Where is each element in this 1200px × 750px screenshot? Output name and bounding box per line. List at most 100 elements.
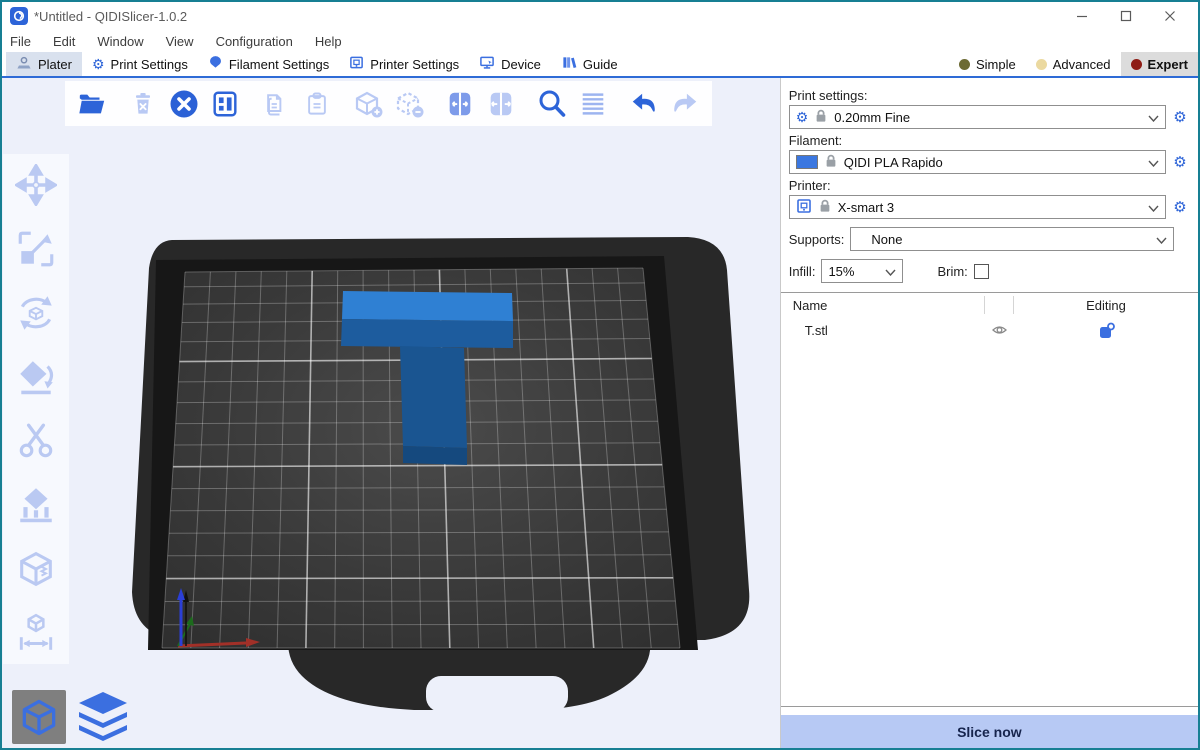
supports-combo[interactable]: None: [850, 227, 1174, 251]
visibility-eye-icon[interactable]: [984, 323, 1014, 337]
copy-button[interactable]: [259, 86, 293, 122]
menu-item-help[interactable]: Help: [315, 34, 342, 49]
window-title: *Untitled - QIDISlicer-1.0.2: [34, 9, 187, 24]
menu-bar: File Edit Window View Configuration Help: [2, 30, 1198, 52]
3d-editor-view-button[interactable]: [12, 690, 66, 744]
printer-preset-combo[interactable]: X-smart 3: [789, 195, 1166, 219]
tab-print-settings[interactable]: ⚙ Print Settings: [82, 52, 198, 76]
tab-plater[interactable]: Plater: [6, 52, 82, 76]
object-name: T.stl: [781, 323, 984, 338]
paste-button[interactable]: [300, 86, 334, 122]
delete-all-button[interactable]: [167, 86, 201, 122]
mode-advanced[interactable]: Advanced: [1026, 52, 1121, 76]
search-button[interactable]: [535, 86, 569, 122]
maximize-button[interactable]: [1104, 3, 1148, 29]
add-instance-button[interactable]: [351, 86, 385, 122]
plater-icon: [16, 55, 32, 74]
lock-icon: [818, 198, 832, 216]
guide-books-icon: [561, 55, 577, 73]
object-row-t-stl[interactable]: T.stl: [781, 317, 1198, 343]
app-window: *Untitled - QIDISlicer-1.0.2 File Edit W…: [0, 0, 1200, 750]
menu-item-configuration[interactable]: Configuration: [216, 34, 293, 49]
arrange-button[interactable]: [208, 86, 242, 122]
supports-label: Supports:: [789, 232, 845, 247]
cut-gizmo-button[interactable]: [12, 418, 60, 464]
menu-item-file[interactable]: File: [10, 34, 31, 49]
object-list-header: Name Editing: [781, 293, 1198, 317]
menu-item-view[interactable]: View: [166, 34, 194, 49]
mode-label: Advanced: [1053, 57, 1111, 72]
filament-label: Filament:: [789, 133, 1190, 148]
viewport-3d[interactable]: [2, 78, 780, 748]
device-monitor-icon: [479, 55, 495, 73]
chevron-down-icon: [1156, 232, 1167, 247]
mode-label: Simple: [976, 57, 1016, 72]
filament-preset-value: QIDI PLA Rapido: [844, 155, 1142, 170]
chevron-down-icon: [1148, 200, 1159, 215]
printer-settings-gear-button[interactable]: ⚙: [1170, 200, 1190, 215]
tab-label: Plater: [38, 57, 72, 72]
place-on-face-gizmo-button[interactable]: [12, 354, 60, 400]
infill-label: Infill:: [789, 264, 816, 279]
redo-button[interactable]: [668, 86, 702, 122]
tab-filament-settings[interactable]: Filament Settings: [198, 52, 339, 76]
chevron-down-icon: [885, 264, 896, 279]
paint-support-gizmo-button[interactable]: [12, 482, 60, 528]
mode-simple[interactable]: Simple: [949, 52, 1026, 76]
fuzzy-skin-gizmo-button[interactable]: [12, 546, 60, 592]
menu-item-edit[interactable]: Edit: [53, 34, 75, 49]
minimize-button[interactable]: [1060, 3, 1104, 29]
edit-object-icon[interactable]: [1014, 322, 1198, 339]
tabbar-spacer: [628, 52, 949, 76]
print-preset-combo[interactable]: ⚙ 0.20mm Fine: [789, 105, 1166, 129]
tab-label: Device: [501, 57, 541, 72]
move-gizmo-button[interactable]: [12, 162, 60, 208]
column-editing: Editing: [1014, 298, 1198, 313]
tab-label: Printer Settings: [370, 57, 459, 72]
expert-mode-dot-icon: [1131, 59, 1142, 70]
app-logo-icon: [10, 7, 28, 25]
brim-checkbox[interactable]: [974, 264, 989, 279]
measure-gizmo-button[interactable]: [12, 610, 60, 656]
tab-guide[interactable]: Guide: [551, 52, 628, 76]
tab-printer-settings[interactable]: Printer Settings: [339, 52, 469, 76]
infill-combo[interactable]: 15%: [821, 259, 903, 283]
title-bar: *Untitled - QIDISlicer-1.0.2: [2, 2, 1198, 30]
variable-layer-height-button[interactable]: [576, 86, 610, 122]
filament-color-swatch: [796, 155, 818, 169]
open-folder-button[interactable]: [75, 86, 109, 122]
lock-icon: [814, 108, 828, 126]
remove-instance-button[interactable]: [392, 86, 426, 122]
column-name: Name: [781, 298, 984, 313]
print-bed-scene: [2, 78, 780, 748]
tab-label: Print Settings: [111, 57, 188, 72]
undo-button[interactable]: [627, 86, 661, 122]
lock-icon: [824, 153, 838, 171]
gizmo-toolbar: [3, 154, 69, 664]
chevron-down-icon: [1148, 155, 1159, 170]
slice-now-button[interactable]: Slice now: [781, 715, 1198, 748]
print-settings-gear-button[interactable]: ⚙: [1170, 110, 1190, 125]
chevron-down-icon: [1148, 110, 1159, 125]
close-button[interactable]: [1148, 3, 1192, 29]
filament-settings-gear-button[interactable]: ⚙: [1170, 155, 1190, 170]
simple-mode-dot-icon: [959, 59, 970, 70]
split-to-objects-button[interactable]: [443, 86, 477, 122]
mode-expert[interactable]: Expert: [1121, 52, 1198, 76]
rotate-gizmo-button[interactable]: [12, 290, 60, 336]
gear-icon: ⚙: [796, 110, 809, 124]
filament-icon: [208, 55, 223, 73]
bed-handle-notch: [426, 676, 568, 712]
print-preset-value: 0.20mm Fine: [834, 110, 1142, 125]
infill-value: 15%: [828, 264, 879, 279]
brim-label: Brim:: [937, 264, 967, 279]
delete-button[interactable]: [126, 86, 160, 122]
preview-layers-view-button[interactable]: [74, 688, 132, 744]
scale-gizmo-button[interactable]: [12, 226, 60, 272]
filament-preset-combo[interactable]: QIDI PLA Rapido: [789, 150, 1166, 174]
split-to-parts-button[interactable]: [484, 86, 518, 122]
tab-label: Guide: [583, 57, 618, 72]
main-toolbar: [65, 81, 712, 126]
tab-device[interactable]: Device: [469, 52, 551, 76]
menu-item-window[interactable]: Window: [97, 34, 143, 49]
